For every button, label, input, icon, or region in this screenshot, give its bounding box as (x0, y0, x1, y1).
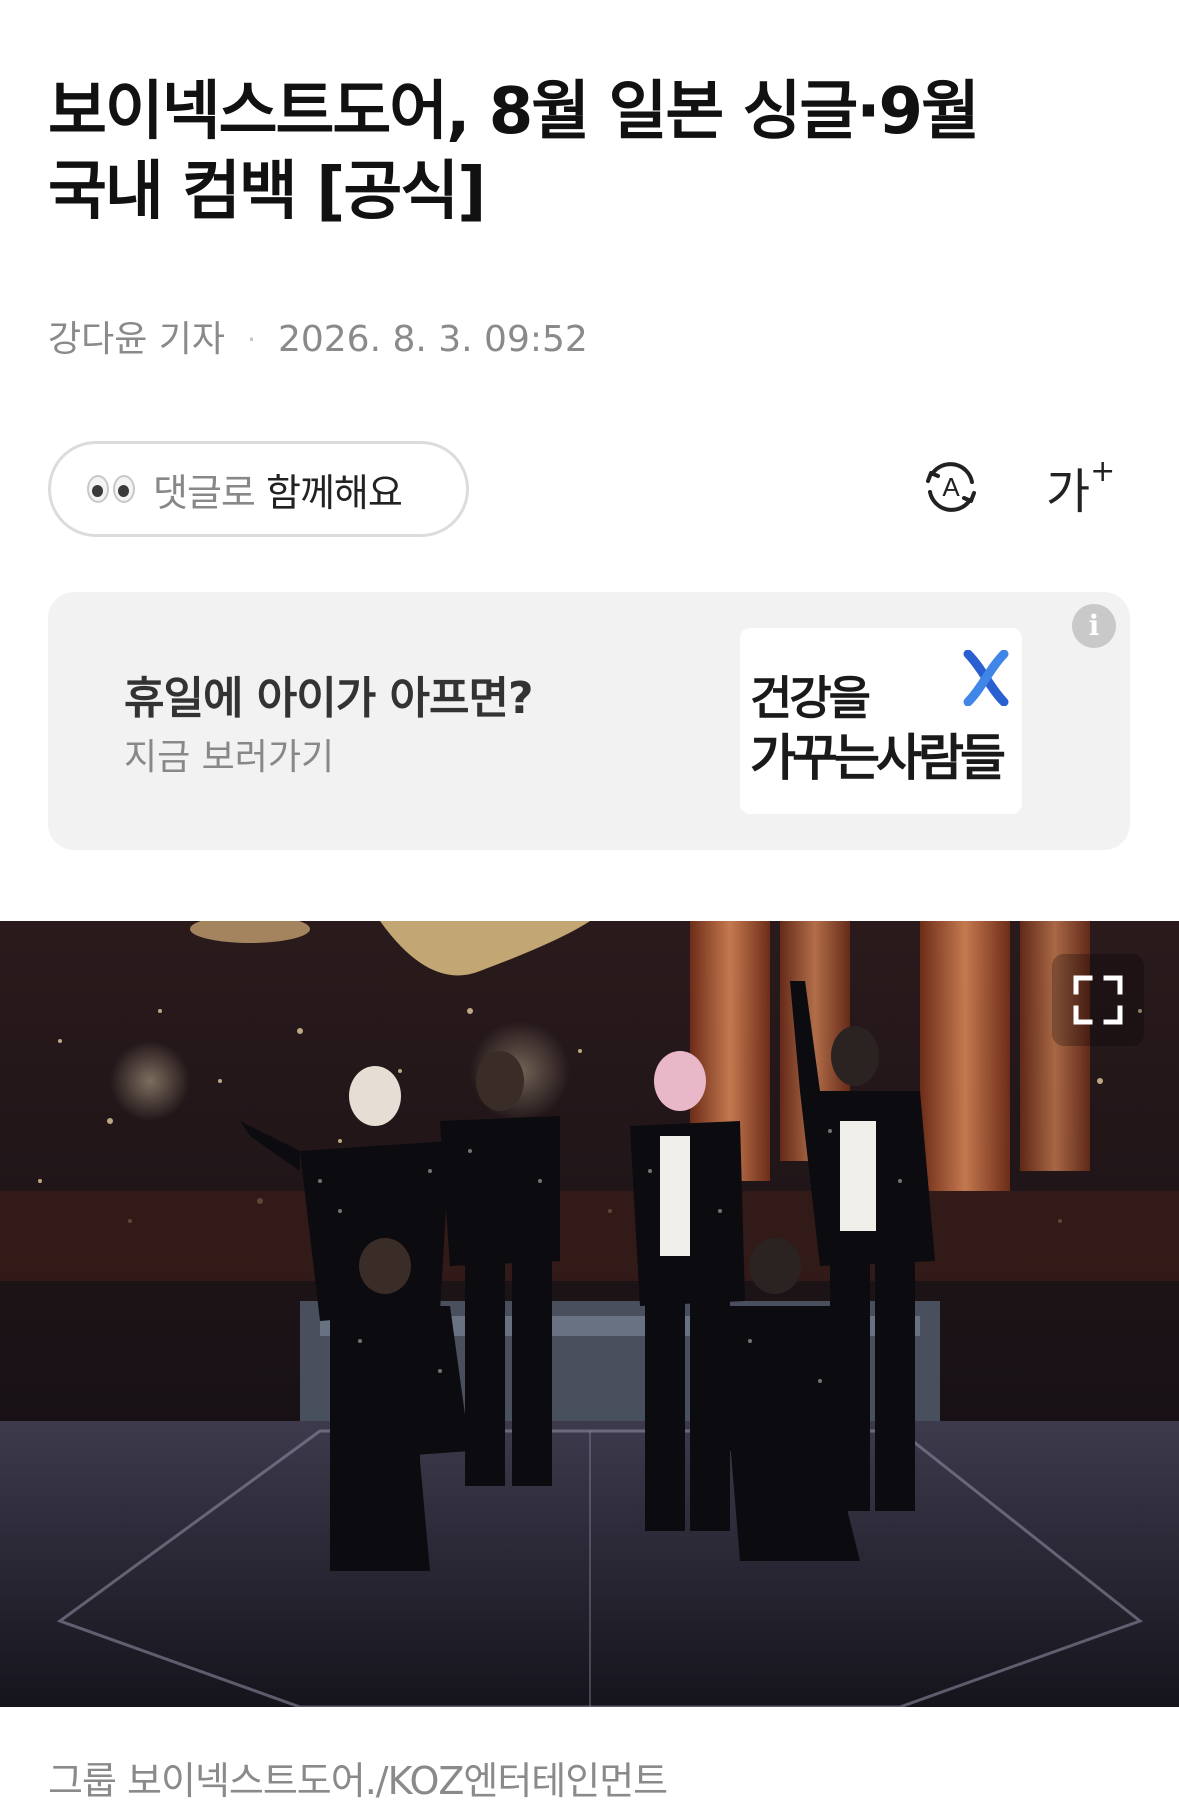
photo-caption: 그룹 보이넥스트도어./KOZ엔터테인먼트 (48, 1759, 668, 1803)
ad-banner[interactable]: 휴일에 아이가 아프면? 지금 보러가기 건강을 가꾸는사람들 (48, 592, 1130, 850)
ad-title: 휴일에 아이가 아프면? (124, 673, 533, 724)
expand-icon[interactable] (1052, 954, 1144, 1046)
comment-button[interactable]: 댓글로 함께해요 (48, 441, 469, 537)
plus-icon: + (1090, 454, 1116, 489)
reporter-name[interactable]: 강다윤 기자 (48, 318, 225, 362)
ad-info-icon[interactable]: i (1072, 604, 1116, 648)
article-page: 보이넥스트도어, 8월 일본 싱글·9월 국내 컴백 [공식] 강다윤 기자 ·… (0, 0, 1179, 1814)
font-size-button[interactable]: 가+ (1046, 452, 1115, 522)
eyes-icon (87, 475, 135, 503)
health-logo-mark-icon (963, 650, 1009, 706)
publish-timestamp: 2026. 8. 3. 09:52 (277, 319, 588, 360)
stage-photo-illustration (0, 921, 1179, 1707)
article-photo[interactable] (0, 921, 1179, 1707)
svg-text:A: A (942, 472, 960, 502)
byline-separator: · (247, 323, 256, 356)
font-size-label: 가 (1046, 464, 1091, 520)
translate-a-icon[interactable]: A (918, 454, 984, 520)
byline: 강다윤 기자 · 2026. 8. 3. 09:52 (48, 318, 588, 362)
ad-logo: 건강을 가꾸는사람들 (740, 628, 1022, 814)
headline-line-1: 보이넥스트도어, 8월 일본 싱글·9월 (48, 75, 980, 149)
headline-line-2: 국내 컴백 [공식] (48, 155, 486, 229)
comment-button-label: 댓글로 함께해요 (153, 470, 403, 515)
ad-subtitle: 지금 보러가기 (124, 737, 335, 778)
article-headline: 보이넥스트도어, 8월 일본 싱글·9월 국내 컴백 [공식] (48, 72, 1138, 232)
